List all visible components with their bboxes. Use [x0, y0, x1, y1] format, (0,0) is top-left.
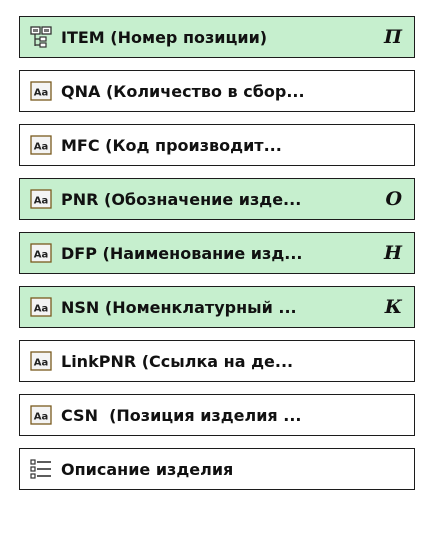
- list-icon: [30, 458, 52, 480]
- svg-text:Aa: Aa: [34, 358, 49, 369]
- attribute-label: CSN (Позиция изделия ...: [61, 405, 302, 425]
- attribute-item-mfc[interactable]: Aa MFC (Код производит...: [19, 124, 415, 166]
- text-attribute-icon: Aa: [30, 350, 52, 372]
- svg-text:Aa: Aa: [34, 304, 49, 315]
- structure-icon: [30, 26, 52, 48]
- text-attribute-icon: Aa: [30, 80, 52, 102]
- attribute-item-csn[interactable]: Aa CSN (Позиция изделия ...: [19, 394, 415, 436]
- attribute-badge: О: [385, 188, 402, 210]
- text-attribute-icon: Aa: [30, 296, 52, 318]
- attribute-badge: Н: [384, 242, 402, 264]
- attribute-label: NSN (Номенклатурный ...: [61, 297, 297, 317]
- attribute-label: PNR (Обозначение изде...: [61, 189, 302, 209]
- svg-text:Aa: Aa: [34, 88, 49, 99]
- attribute-item-qna[interactable]: Aa QNA (Количество в сбор...: [19, 70, 415, 112]
- svg-text:Aa: Aa: [34, 412, 49, 423]
- attribute-badge: П: [384, 26, 402, 48]
- attribute-label: LinkPNR (Ссылка на де...: [61, 351, 294, 371]
- attribute-item-description[interactable]: Описание изделия: [19, 448, 415, 490]
- attribute-label: MFC (Код производит...: [61, 135, 282, 155]
- svg-text:Aa: Aa: [34, 142, 49, 153]
- text-attribute-icon: Aa: [30, 404, 52, 426]
- text-attribute-icon: Aa: [30, 134, 52, 156]
- attribute-item-pnr[interactable]: Aa PNR (Обозначение изде... О: [19, 178, 415, 220]
- attribute-label: Описание изделия: [61, 459, 234, 479]
- svg-text:Aa: Aa: [34, 250, 49, 261]
- attribute-badge: К: [384, 296, 402, 318]
- attribute-item-linkpnr[interactable]: Aa LinkPNR (Ссылка на де...: [19, 340, 415, 382]
- text-attribute-icon: Aa: [30, 188, 52, 210]
- attribute-label: QNA (Количество в сбор...: [61, 81, 305, 101]
- attribute-list: ITEM (Номер позиции) П Aa QNA (Количеств…: [19, 16, 415, 502]
- text-attribute-icon: Aa: [30, 242, 52, 264]
- attribute-label: ITEM (Номер позиции): [61, 27, 268, 47]
- svg-text:Aa: Aa: [34, 196, 49, 207]
- attribute-item-nsn[interactable]: Aa NSN (Номенклатурный ... К: [19, 286, 415, 328]
- attribute-label: DFP (Наименование изд...: [61, 243, 303, 263]
- attribute-item-dfp[interactable]: Aa DFP (Наименование изд... Н: [19, 232, 415, 274]
- attribute-item-item[interactable]: ITEM (Номер позиции) П: [19, 16, 415, 58]
